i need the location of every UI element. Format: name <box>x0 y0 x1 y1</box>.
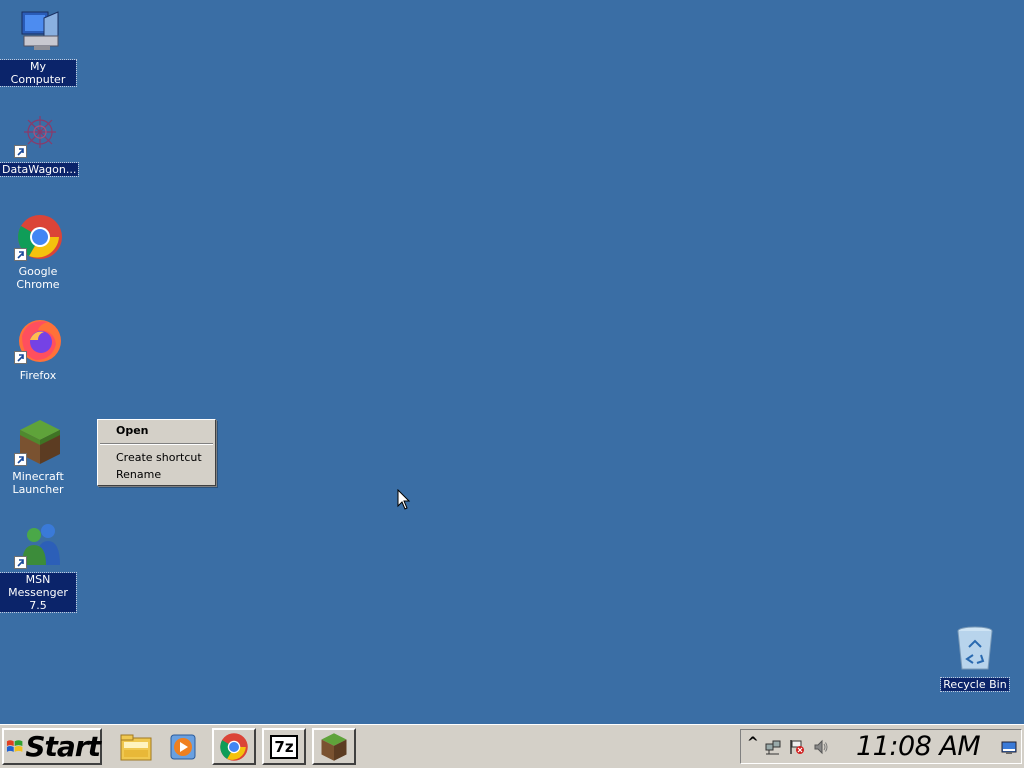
quicklaunch-minecraft[interactable] <box>312 728 356 765</box>
quicklaunch-file-explorer[interactable] <box>114 728 158 765</box>
desktop-icon-label: Google Chrome <box>16 265 60 291</box>
quicklaunch-7zip[interactable]: 7z <box>262 728 306 765</box>
context-menu: Open Create shortcut Rename <box>97 419 216 486</box>
volume-icon[interactable] <box>813 739 829 759</box>
minecraft-icon <box>14 418 62 466</box>
desktop-icon-label: MSN Messenger 7.5 <box>0 572 77 613</box>
desktop-icon-firefox[interactable]: Firefox <box>0 316 76 383</box>
tray-expand-button[interactable]: ^ <box>747 735 759 751</box>
desktop-icon-label: Minecraft Launcher <box>12 470 64 496</box>
desktop-icon-label: My Computer <box>0 59 77 87</box>
show-desktop-icon[interactable] <box>1001 740 1017 759</box>
desktop-icon-my-computer[interactable]: My Computer <box>0 8 77 87</box>
desktop-icon-recycle-bin[interactable]: Recycle Bin <box>937 625 1013 692</box>
shortcut-arrow-icon <box>14 145 27 158</box>
shortcut-arrow-icon <box>14 453 27 466</box>
desktop-icon-datawagon[interactable]: DataWagon... <box>0 110 80 177</box>
quicklaunch-media-player[interactable] <box>161 728 205 765</box>
desktop-icon-msn-messenger[interactable]: MSN Messenger 7.5 <box>0 521 77 613</box>
desktop-icon-minecraft-launcher[interactable]: Minecraft Launcher <box>0 418 76 497</box>
start-button[interactable]: Start <box>2 728 102 765</box>
menu-item-create-shortcut[interactable]: Create shortcut <box>98 449 215 466</box>
desktop-icon-label: Firefox <box>19 369 57 382</box>
7zip-label: 7z <box>274 737 294 756</box>
minecraft-icon <box>321 732 347 761</box>
computer-icon <box>14 8 62 56</box>
network-icon[interactable] <box>765 739 781 759</box>
msn-messenger-icon <box>14 521 62 569</box>
taskbar: Start 7z ^ 11:08 AM <box>0 724 1024 768</box>
clock[interactable]: 11:08 AM <box>856 731 981 762</box>
start-label: Start <box>25 730 101 763</box>
action-center-flag-icon[interactable] <box>789 739 805 759</box>
quicklaunch-chrome[interactable] <box>212 728 256 765</box>
desktop[interactable]: My Computer DataWagon... Google Chrome F… <box>0 0 1024 724</box>
chrome-icon <box>220 732 248 761</box>
shortcut-arrow-icon <box>14 556 27 569</box>
media-player-icon <box>170 734 196 759</box>
file-explorer-icon <box>120 734 152 760</box>
shortcut-arrow-icon <box>14 351 27 364</box>
desktop-icon-label: DataWagon... <box>0 162 80 177</box>
chrome-icon <box>14 213 62 261</box>
datawagon-icon <box>14 110 62 158</box>
menu-separator <box>100 443 213 445</box>
menu-item-open[interactable]: Open <box>98 422 215 439</box>
desktop-icon-google-chrome[interactable]: Google Chrome <box>0 213 76 292</box>
menu-item-rename[interactable]: Rename <box>98 466 215 483</box>
desktop-icon-label: Recycle Bin <box>940 677 1010 692</box>
firefox-icon <box>14 316 62 364</box>
7zip-icon: 7z <box>270 734 298 759</box>
shortcut-arrow-icon <box>14 248 27 261</box>
recycle-bin-icon <box>951 625 999 673</box>
windows-logo-icon <box>6 739 23 752</box>
mouse-cursor-icon <box>397 488 411 515</box>
